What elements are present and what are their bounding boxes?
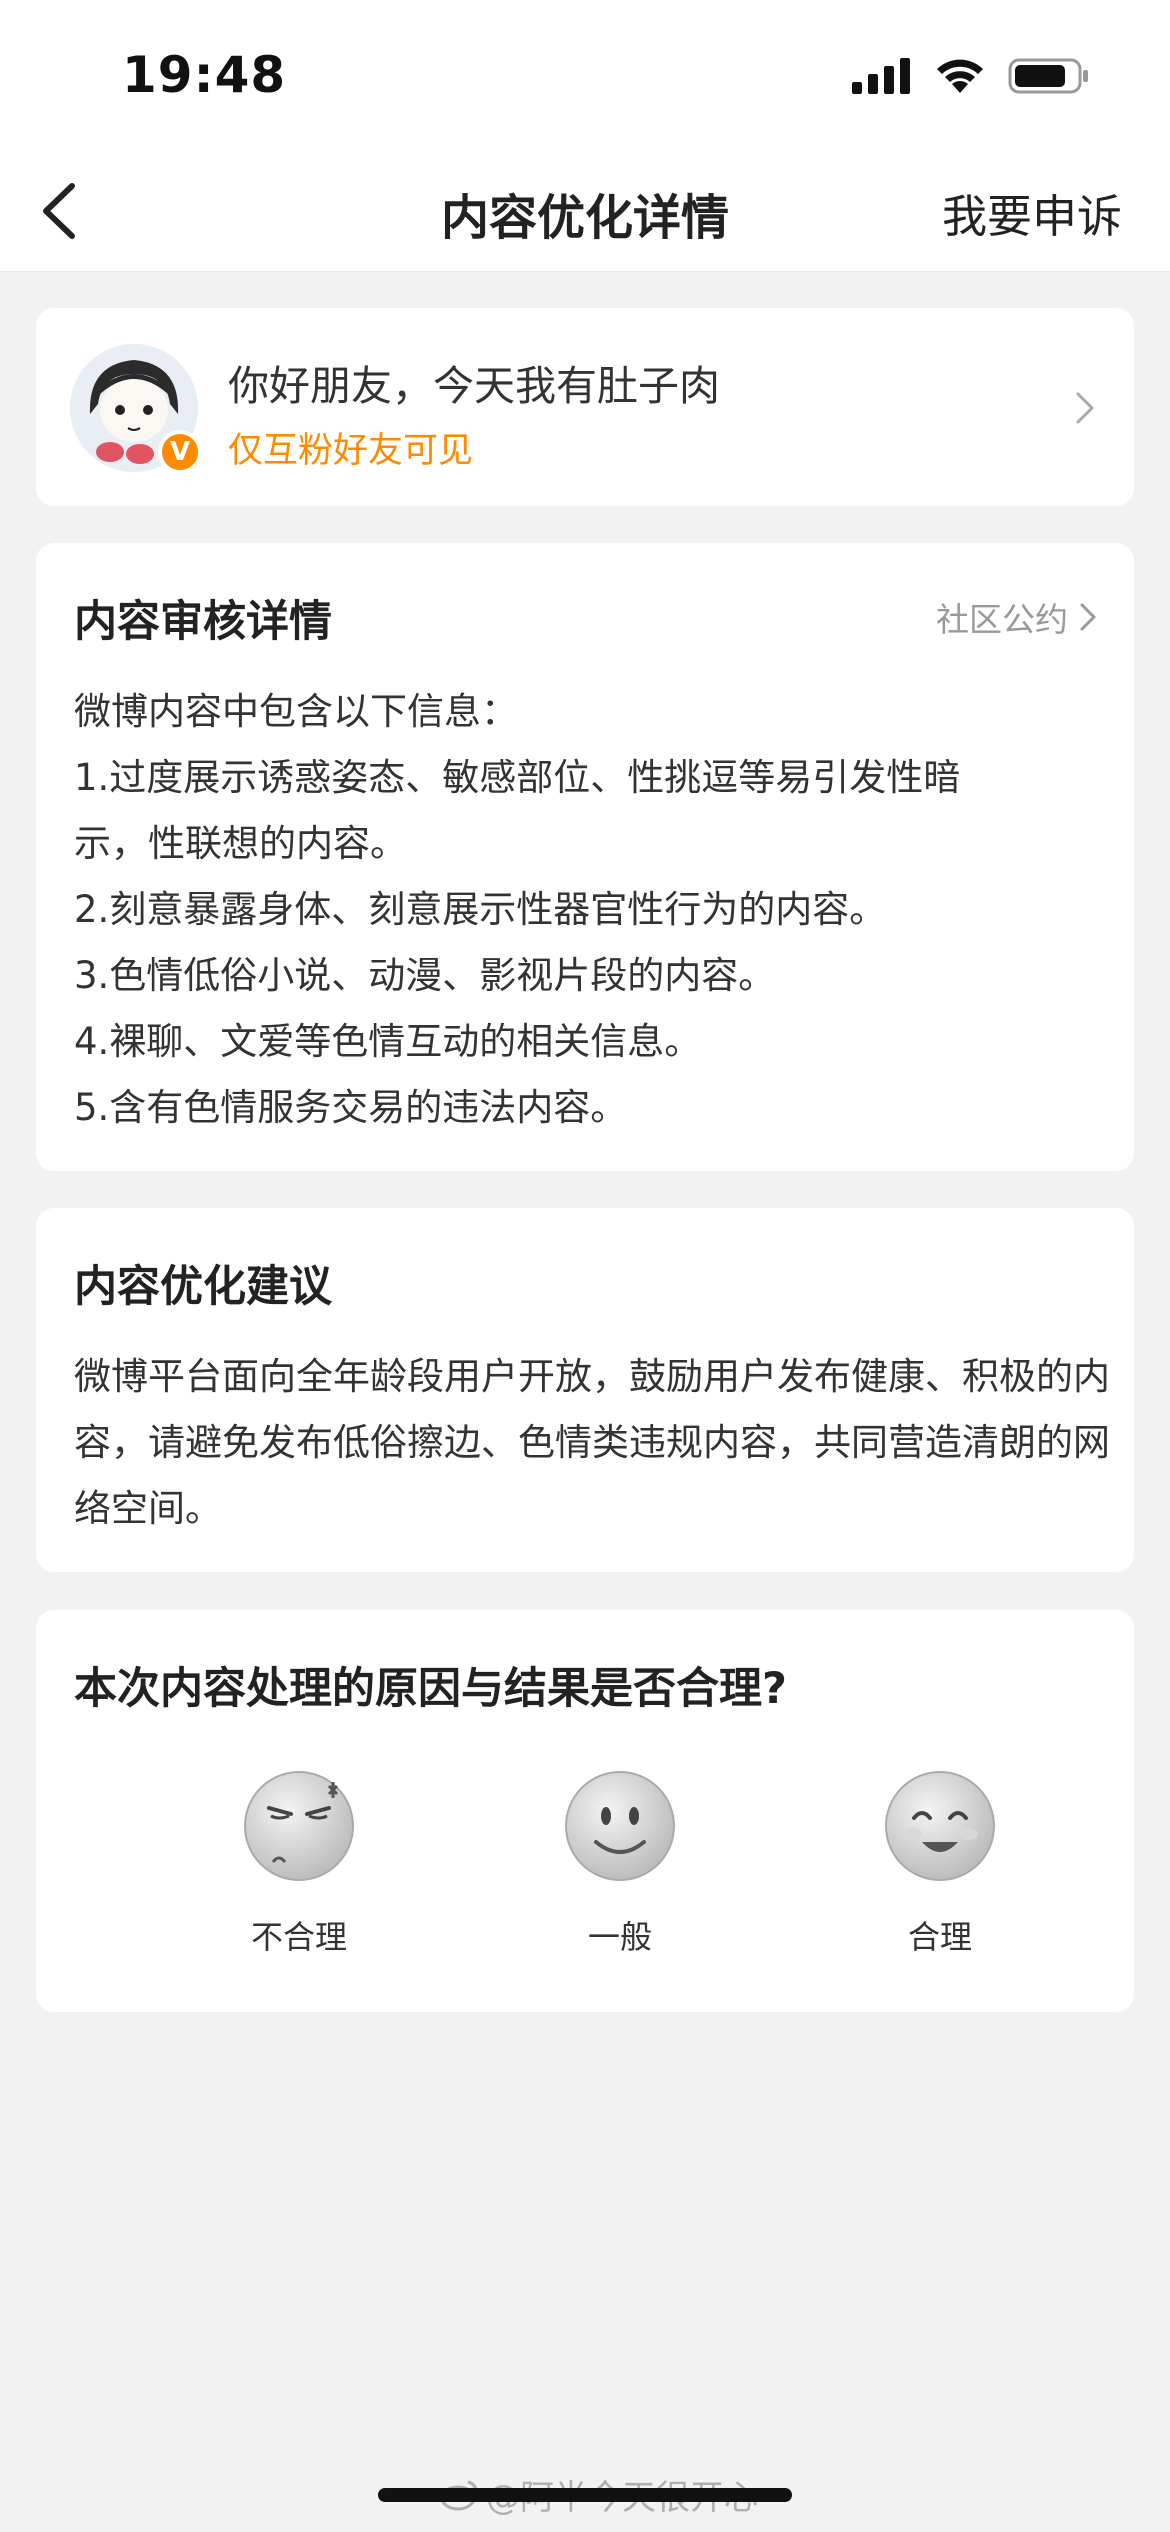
home-indicator (378, 2488, 792, 2502)
post-visibility: 仅互粉好友可见 (228, 431, 474, 471)
rating-label: 不合理 (250, 1918, 347, 1956)
suggestion-title: 内容优化建议 (74, 1262, 332, 1312)
review-item: 4.裸聊、文爱等色情互动的相关信息。 (74, 1020, 702, 1063)
status-time: 19:48 (122, 46, 287, 104)
chevron-right-icon (1080, 603, 1096, 631)
feedback-question: 本次内容处理的原因与结果是否合理? (74, 1664, 787, 1714)
battery-icon (1008, 58, 1088, 94)
review-item: 2.刻意暴露身体、刻意展示性器官性行为的内容。 (74, 888, 887, 931)
review-body: 微博内容中包含以下信息： 1.过度展示诱惑姿态、敏感部位、性挑逗等易引发性暗 示… (74, 679, 1104, 1141)
review-item: 5.含有色情服务交易的违法内容。 (74, 1086, 628, 1129)
post-card[interactable]: V 你好朋友，今天我有肚子肉 仅互粉好友可见 (36, 308, 1134, 506)
optimization-suggestion-card: 内容优化建议 微博平台面向全年龄段用户开放，鼓励用户发布健康、积极的内容，请避免… (36, 1208, 1134, 1572)
angry-face-icon (244, 1771, 354, 1881)
rating-reasonable-button[interactable]: 合理 (840, 1770, 1040, 1970)
neutral-face-icon (565, 1771, 675, 1881)
post-text: 你好朋友，今天我有肚子肉 (228, 362, 720, 410)
rating-average-button[interactable]: 一般 (520, 1770, 720, 1970)
guideline-link-label: 社区公约 (936, 600, 1068, 639)
feedback-card: 本次内容处理的原因与结果是否合理? 不合理 一般 合理 (36, 1610, 1134, 2012)
review-title: 内容审核详情 (74, 597, 332, 647)
rating-label: 一般 (587, 1918, 652, 1956)
chevron-right-icon (1076, 392, 1094, 424)
nav-bar: 内容优化详情 我要申诉 (0, 150, 1170, 272)
appeal-button[interactable]: 我要申诉 (942, 180, 1122, 245)
verified-badge: V (158, 430, 202, 474)
review-item: 3.色情低俗小说、动漫、影视片段的内容。 (74, 954, 776, 997)
happy-face-icon (885, 1771, 995, 1881)
review-intro: 微博内容中包含以下信息： (74, 690, 518, 733)
review-details-card: 内容审核详情 社区公约 微博内容中包含以下信息： 1.过度展示诱惑姿态、敏感部位… (36, 543, 1134, 1171)
review-item: 1.过度展示诱惑姿态、敏感部位、性挑逗等易引发性暗 示，性联想的内容。 (74, 756, 961, 865)
suggestion-body: 微博平台面向全年龄段用户开放，鼓励用户发布健康、积极的内容，请避免发布低俗擦边、… (74, 1355, 1110, 1530)
rating-label: 合理 (907, 1918, 972, 1956)
wifi-icon (937, 59, 983, 93)
cellular-signal-icon (852, 58, 910, 94)
community-guidelines-link[interactable]: 社区公约 (936, 593, 1098, 641)
status-bar: 19:48 (0, 0, 1170, 150)
rating-unreasonable-button[interactable]: 不合理 (199, 1770, 399, 1970)
status-icons (852, 56, 1090, 96)
